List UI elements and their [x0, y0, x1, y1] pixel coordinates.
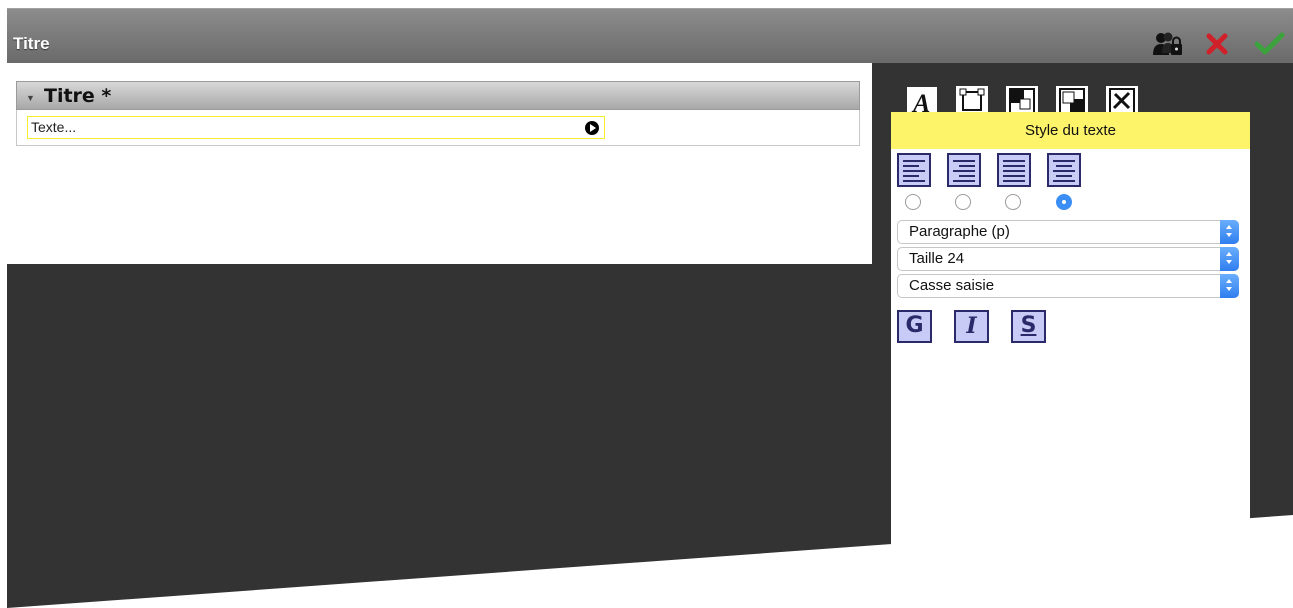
font-size-value: Taille 24 — [909, 250, 965, 267]
collapse-triangle-icon[interactable]: ▼ — [26, 93, 35, 103]
select-arrows-icon — [1220, 274, 1239, 298]
radio-align-center[interactable] — [1056, 194, 1072, 210]
tools-icon — [1109, 88, 1135, 114]
section-body: Texte... — [16, 110, 860, 146]
align-justify-button[interactable] — [997, 153, 1031, 187]
block-type-value: Paragraphe (p) — [909, 223, 1010, 240]
title-text-value: Texte... — [31, 119, 77, 135]
section-title: Titre * — [44, 85, 112, 107]
text-case-select[interactable]: Casse saisie — [897, 274, 1239, 298]
shadow-alt-icon — [1059, 88, 1085, 114]
radio-align-left[interactable] — [905, 194, 921, 210]
text-case-value: Casse saisie — [909, 277, 995, 294]
select-arrows-icon — [1220, 220, 1239, 244]
font-size-select[interactable]: Taille 24 — [897, 247, 1239, 271]
close-icon[interactable] — [1204, 31, 1232, 57]
users-lock-icon[interactable] — [1153, 31, 1182, 57]
strike-button[interactable]: S — [1011, 310, 1046, 343]
bold-button[interactable]: G — [897, 310, 932, 343]
block-type-select[interactable]: Paragraphe (p) — [897, 220, 1239, 244]
align-left-button[interactable] — [897, 153, 931, 187]
frame-icon — [959, 88, 985, 111]
align-center-button[interactable] — [1047, 153, 1081, 187]
align-right-button[interactable] — [947, 153, 981, 187]
italic-button[interactable]: I — [954, 310, 989, 343]
title-bar: Titre — [7, 8, 1293, 63]
shadow-icon — [1009, 88, 1035, 114]
editor-area: ▼ Titre * Texte... — [7, 63, 872, 264]
title-text-input[interactable]: Texte... — [27, 116, 605, 139]
text-style-panel: Style du texte Paragraphe (p) Taille 24 — [891, 112, 1250, 545]
panel-header: Style du texte — [891, 112, 1250, 149]
radio-align-right[interactable] — [955, 194, 971, 210]
window-title: Titre — [13, 34, 50, 53]
radio-align-justify[interactable] — [1005, 194, 1021, 210]
select-arrows-icon — [1220, 247, 1239, 271]
play-circle-icon[interactable] — [585, 121, 599, 135]
check-icon[interactable] — [1254, 31, 1285, 57]
section-header[interactable]: ▼ Titre * — [16, 81, 860, 110]
